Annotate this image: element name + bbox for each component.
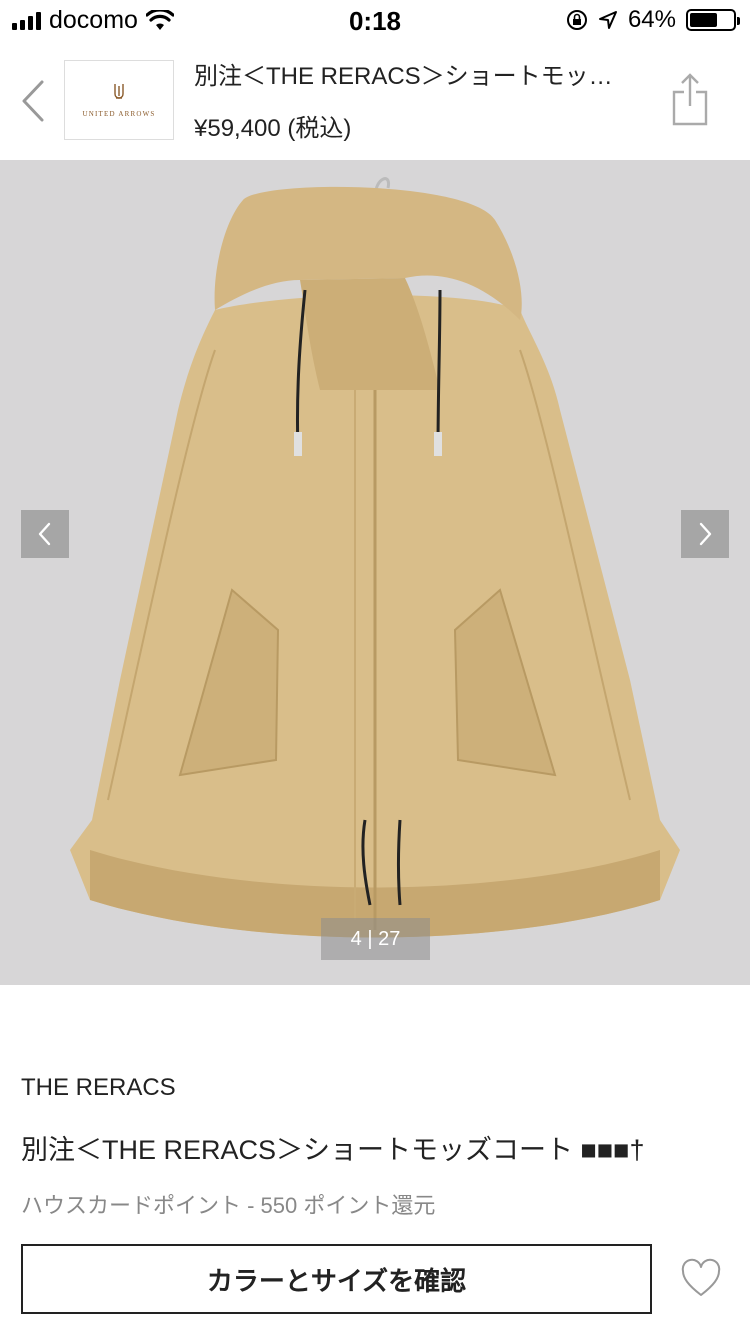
header-price: ¥59,400 (税込) [194,115,352,142]
back-chevron-icon[interactable] [14,76,54,126]
chevron-left-icon [38,522,51,546]
product-photo [70,177,680,938]
status-bar: docomo 0:18 64% [0,0,750,40]
brand-logo-text: UNITED ARROWS [82,110,156,118]
status-right: 64% [566,6,740,34]
header-product-title: 別注＜THE RERACS＞ショートモッ… [194,63,613,90]
location-icon [598,11,617,29]
product-image-gallery[interactable]: 4 | 27 [0,160,750,985]
product-header: UNITED ARROWS 別注＜THE RERACS＞ショートモッ… ¥59,… [0,40,750,160]
gallery-page-indicator: 4 | 27 [321,918,430,960]
check-color-size-button[interactable]: カラーとサイズを確認 [21,1244,652,1314]
product-name: 別注＜THE RERACS＞ショートモッズコート ■■■† [21,1135,645,1165]
share-icon[interactable] [670,70,710,130]
gallery-next-button[interactable] [681,510,729,558]
battery-level [690,13,717,27]
heart-icon[interactable] [680,1258,722,1300]
battery-percent: 64% [627,6,676,33]
brand-logo[interactable]: UNITED ARROWS [64,60,174,140]
chevron-right-icon [699,522,712,546]
rotation-lock-icon [566,10,587,30]
arrow-logo-icon [114,84,124,99]
product-brand[interactable]: THE RERACS [21,1074,176,1102]
battery-icon [686,9,740,31]
points-info: ハウスカードポイント - 550 ポイント還元 [21,1193,436,1218]
gallery-prev-button[interactable] [21,510,69,558]
